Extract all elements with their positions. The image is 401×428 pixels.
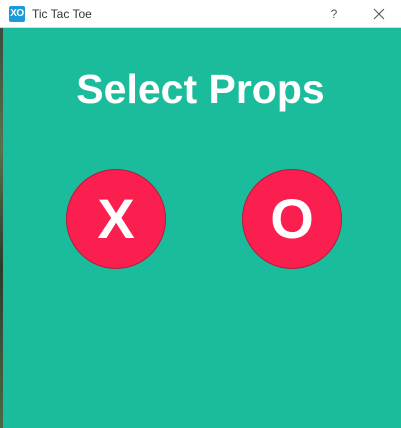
select-o-button[interactable]: O xyxy=(242,169,342,269)
app-logo-icon: XO xyxy=(9,6,25,22)
close-icon xyxy=(373,8,385,20)
page-title: Select Props xyxy=(76,66,325,112)
app-window: XO Tic Tac Toe ? Select Props X O xyxy=(0,0,401,428)
select-x-button[interactable]: X xyxy=(66,169,166,269)
help-button[interactable]: ? xyxy=(326,4,342,24)
title-bar[interactable]: XO Tic Tac Toe ? xyxy=(0,0,401,28)
window-title: Tic Tac Toe xyxy=(32,7,92,21)
close-button[interactable] xyxy=(364,0,394,28)
